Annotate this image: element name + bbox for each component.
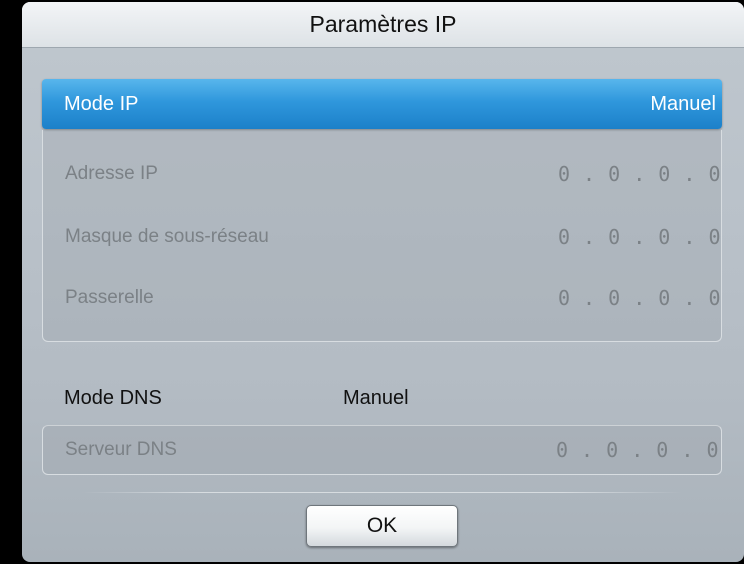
dns-server-value: 0 . 0 . 0 . 0 [555,438,719,462]
ip-mode-selector[interactable]: Mode IP Manuel [42,79,722,129]
dns-mode-value: Manuel [343,386,409,409]
dns-mode-selector[interactable]: Mode DNS Manuel [42,378,722,418]
ip-address-field[interactable]: Adresse IP 0 . 0 . 0 . 0 [43,154,723,194]
ip-mode-label: Mode IP [64,92,139,115]
ip-fields-group: Adresse IP 0 . 0 . 0 . 0 Masque de sous-… [42,130,722,342]
ip-address-value: 0 . 0 . 0 . 0 [557,162,721,186]
divider [82,492,682,493]
gateway-field[interactable]: Passerelle 0 . 0 . 0 . 0 [43,278,723,318]
dialog-title: Paramètres IP [309,11,457,37]
ok-button[interactable]: OK [306,505,458,547]
subnet-mask-label: Masque de sous-réseau [65,226,269,247]
subnet-mask-field[interactable]: Masque de sous-réseau 0 . 0 . 0 . 0 [43,217,723,257]
ip-settings-dialog: Paramètres IP Mode IP Manuel Adresse IP … [22,2,744,562]
gateway-value: 0 . 0 . 0 . 0 [557,286,721,310]
dns-server-label: Serveur DNS [65,439,177,460]
dns-server-field[interactable]: Serveur DNS 0 . 0 . 0 . 0 [42,425,722,475]
dns-mode-label: Mode DNS [64,386,162,409]
ip-address-label: Adresse IP [65,163,158,184]
ip-mode-value: Manuel [650,92,716,115]
title-bar: Paramètres IP [22,2,744,48]
gateway-label: Passerelle [65,287,154,308]
subnet-mask-value: 0 . 0 . 0 . 0 [557,225,721,249]
